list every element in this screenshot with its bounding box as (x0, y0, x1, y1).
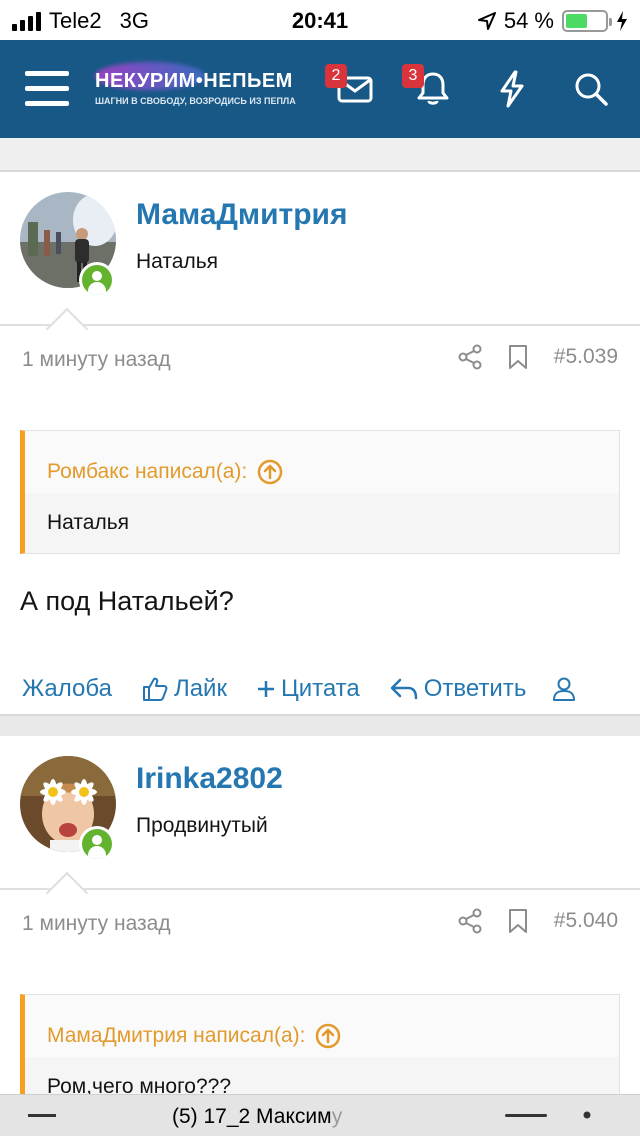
tab-title-text: (5) 17_2 Максим (172, 1105, 332, 1128)
tab-title-fade: у (331, 1105, 343, 1128)
reply-label: Ответить (423, 675, 527, 702)
thumbs-up-icon (142, 677, 168, 701)
post-meta: 1 минуту назад #5.039 (0, 326, 640, 402)
menu-icon (25, 71, 69, 106)
minimize-icon[interactable] (28, 1114, 56, 1118)
search-icon (575, 73, 608, 106)
quote-header[interactable]: Ромбакс написал(а): (25, 431, 619, 493)
post-number[interactable]: #5.039 (554, 345, 618, 369)
arrow-up-circle-icon[interactable] (315, 1023, 341, 1049)
lightning-icon (500, 70, 524, 108)
user-icon[interactable] (552, 676, 576, 702)
forum-post: Irinka2802 Продвинутый 1 минуту назад #5… (0, 736, 640, 1118)
logo-title: НЕКУРИМ•НЕПЬЕМ (95, 70, 293, 92)
reply-icon (390, 678, 417, 700)
post-time[interactable]: 1 минуту назад (22, 348, 171, 372)
logo-subtitle: ШАГНИ В СВОБОДУ, ВОЗРОДИСЬ ИЗ ПЕПЛА (95, 96, 296, 106)
charging-bolt-icon (617, 11, 627, 31)
report-link[interactable]: Жалоба (22, 675, 112, 703)
report-label: Жалоба (22, 675, 112, 702)
quote-header[interactable]: МамаДмитрия написал(а): (25, 995, 619, 1057)
post-time[interactable]: 1 минуту назад (22, 912, 171, 936)
bookmark-icon[interactable] (508, 344, 528, 370)
post-body: А под Натальей? (20, 586, 234, 616)
inbox-badge: 2 (325, 64, 347, 88)
arrow-up-circle-icon[interactable] (257, 459, 283, 485)
menu-button[interactable] (24, 40, 70, 138)
battery-icon (562, 10, 612, 32)
post-author-block: Irinka2802 Продвинутый (0, 736, 640, 915)
share-icon[interactable] (458, 344, 482, 370)
quote-author[interactable]: Ромбакс написал(а): (47, 460, 247, 484)
online-status-icon (79, 826, 115, 862)
post-separator (0, 714, 640, 736)
search-button[interactable] (568, 40, 614, 138)
bottom-tab-bar: (5) 17_2 Максиму (0, 1094, 640, 1136)
post-meta: 1 минуту назад #5.040 (0, 890, 640, 966)
online-status-icon (79, 262, 115, 298)
user-title: Наталья (136, 250, 219, 273)
bookmark-icon[interactable] (508, 908, 528, 934)
site-header: НЕКУРИМ•НЕПЬЕМ ШАГНИ В СВОБОДУ, ВОЗРОДИС… (0, 40, 640, 138)
reply-button[interactable]: Ответить (390, 675, 527, 703)
user-title: Продвинутый (136, 814, 268, 837)
site-logo[interactable]: НЕКУРИМ•НЕПЬЕМ ШАГНИ В СВОБОДУ, ВОЗРОДИС… (95, 62, 300, 110)
quote-button[interactable]: Цитата (257, 675, 360, 703)
alerts-button[interactable] (410, 40, 456, 138)
quote-block: Ромбакс написал(а): Наталья (20, 430, 620, 554)
page-top-strip (0, 138, 640, 172)
quote-author[interactable]: МамаДмитрия написал(а): (47, 1024, 305, 1048)
quote-label: Цитата (280, 675, 360, 702)
battery-percent: 54 % (503, 8, 554, 33)
whats-new-button[interactable] (490, 40, 534, 138)
tab-title[interactable]: (5) 17_2 Максиму (172, 1105, 342, 1129)
username[interactable]: МамаДмитрия (136, 198, 348, 232)
post-author-block: МамаДмитрия Наталья (0, 172, 640, 351)
location-arrow-icon (477, 12, 496, 30)
like-label: Лайк (173, 675, 227, 702)
swipe-handle-icon[interactable] (505, 1114, 547, 1118)
post-number[interactable]: #5.040 (554, 909, 618, 933)
username[interactable]: Irinka2802 (136, 762, 283, 796)
dot-icon (583, 1111, 591, 1119)
quote-text: Наталья (25, 493, 619, 553)
share-icon[interactable] (458, 908, 482, 934)
like-button[interactable]: Лайк (142, 675, 227, 703)
forum-post: МамаДмитрия Наталья 1 минуту назад #5.03… (0, 172, 640, 714)
plus-icon (257, 681, 274, 697)
inbox-button[interactable] (330, 40, 380, 138)
status-bar: Tele2 3G 20:41 54 % (0, 0, 640, 40)
alerts-badge: 3 (402, 64, 424, 88)
